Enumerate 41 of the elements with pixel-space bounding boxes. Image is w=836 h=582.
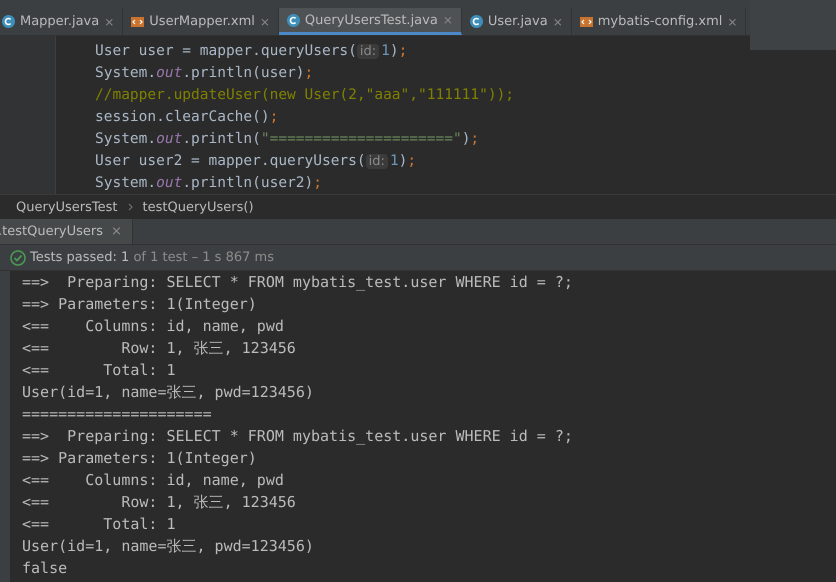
close-icon[interactable]: × [111,224,122,239]
console-line: <== Row: 1, 张三, 123456 [22,338,297,359]
close-icon[interactable]: × [104,14,114,28]
code-line: System.out.println("====================="); [95,130,480,149]
close-icon[interactable]: × [727,14,738,28]
code-line: //mapper.updateUser(new User(2,"aaa","111111")); [95,86,514,105]
console-line: false [22,558,68,579]
code-line: System.out.println(user); [95,64,314,83]
breadcrumb-item[interactable]: QueryUsersTest [16,200,118,214]
console-line: <== Columns: id, name, pwd [22,470,285,491]
editor-tab[interactable]: mybatis-config.xml × [572,8,746,35]
console-line: <== Total: 1 [22,514,177,535]
code-line: session.clearCache(); [95,108,280,127]
test-status-text: Tests passed: 1 of 1 test – 1 s 867 ms [30,250,274,265]
close-icon[interactable]: × [260,14,270,28]
code-line: User user2 = mapper.queryUsers( id: 1); [95,152,418,171]
editor-tab[interactable]: Mapper.java × [0,8,124,35]
xml-file-icon [131,15,144,28]
chevron-icon [128,203,133,211]
console-line: <== Columns: id, name, pwd [22,316,285,337]
check-circle-icon [10,250,26,266]
class-icon [286,14,300,26]
class-icon [2,15,15,28]
code-line: System.out.println(user2); [95,174,323,193]
console-line: User(id=1, name=张三, pwd=123456) [22,382,315,403]
close-icon[interactable]: × [552,14,563,28]
xml-file-icon [580,15,593,28]
console-line: ==> Parameters: 1(Integer) [22,294,258,315]
editor-tab[interactable]: UserMapper.xml × [123,8,279,35]
class-icon [470,15,483,28]
console-line: ==> Preparing: SELECT * FROM mybatis_test.user WHERE id = ?; [22,272,573,293]
console-line: ==> Parameters: 1(Integer) [22,448,258,469]
console-line: ==> Preparing: SELECT * FROM mybatis_test.user WHERE id = ?; [22,426,573,447]
editor-tab[interactable]: User.java × [462,8,572,35]
code-line: User user = mapper.queryUsers( id: 1); [95,42,408,61]
console-line: <== Total: 1 [22,360,177,381]
console-line: ===================== [22,404,213,425]
console-line: <== Row: 1, 张三, 123456 [22,492,297,513]
console-line: User(id=1, name=张三, pwd=123456) [22,536,315,557]
breadcrumb-item[interactable]: testQueryUsers() [142,200,254,214]
editor-tab[interactable]: QueryUsersTest.java × [278,8,462,35]
